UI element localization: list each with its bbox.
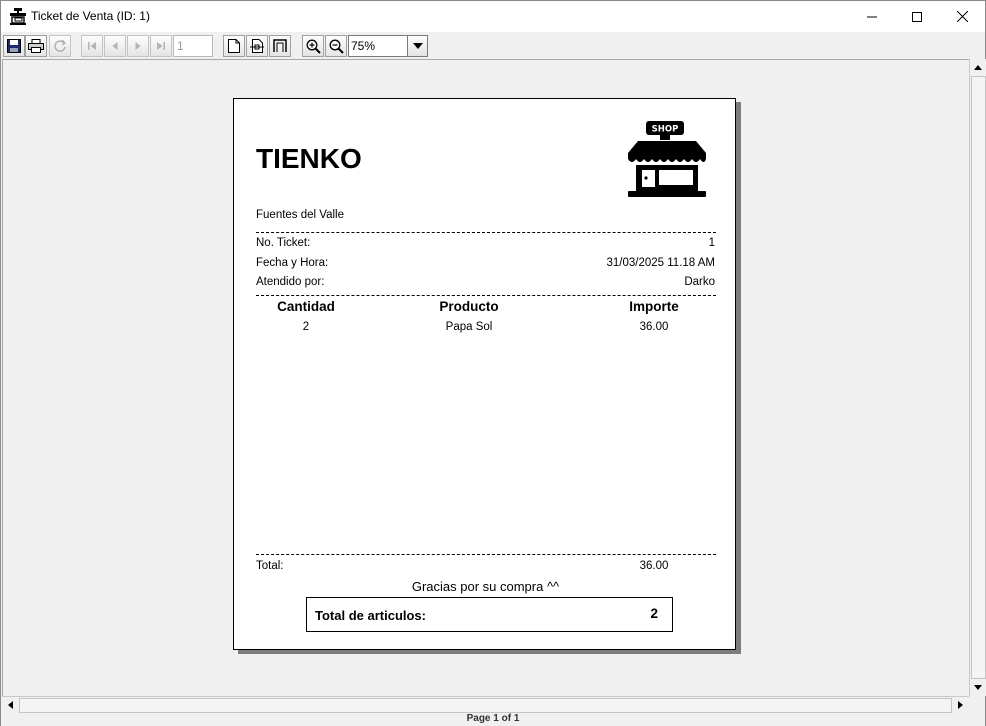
minimize-button[interactable]	[849, 1, 895, 32]
scroll-right-button[interactable]	[952, 697, 968, 713]
arrow-up-icon	[974, 64, 982, 70]
vertical-scroll-thumb[interactable]	[971, 76, 986, 679]
ticket-number-value: 1	[708, 237, 715, 249]
branch-name: Fuentes del Valle	[256, 209, 345, 221]
attended-label: Atendido por:	[256, 276, 325, 288]
column-header-quantity: Cantidad	[277, 299, 335, 314]
previous-page-icon	[112, 42, 118, 50]
articles-total-value: 2	[650, 606, 658, 621]
page-number-input[interactable]: 1	[173, 35, 213, 57]
zoom-dropdown-button[interactable]	[407, 36, 427, 56]
actual-size-icon	[228, 39, 240, 53]
first-page-button[interactable]	[81, 35, 103, 57]
horizontal-scrollbar[interactable]	[2, 696, 969, 713]
fit-width-icon	[250, 39, 264, 53]
first-page-icon	[88, 42, 96, 50]
total-value: 36.00	[639, 560, 669, 572]
save-icon	[7, 39, 21, 53]
next-page-icon	[135, 42, 141, 50]
horizontal-scroll-thumb[interactable]	[19, 698, 952, 713]
shop-icon	[10, 8, 26, 25]
print-button[interactable]	[25, 35, 47, 57]
toolbar: 1 75%	[1, 32, 985, 59]
arrow-down-icon	[974, 684, 982, 690]
maximize-button[interactable]	[894, 1, 940, 32]
store-name: TIENKO	[256, 143, 362, 174]
zoom-value: 75%	[351, 39, 376, 53]
previous-page-button[interactable]	[104, 35, 126, 57]
zoom-select[interactable]: 75%	[348, 35, 428, 57]
datetime-label: Fecha y Hora:	[256, 257, 329, 269]
next-page-button[interactable]	[127, 35, 149, 57]
title-bar: Ticket de Venta (ID: 1)	[1, 1, 985, 32]
ticket-number-label: No. Ticket:	[256, 237, 311, 249]
articles-total-box: Total de articulos: 2	[306, 597, 673, 632]
scroll-left-button[interactable]	[2, 697, 18, 713]
arrow-right-icon	[957, 701, 963, 709]
total-label: Total:	[256, 560, 284, 572]
ticket-page: TIENKO SHOP Fuentes del Valle No. Ticket…	[233, 98, 736, 650]
print-icon	[28, 39, 44, 53]
maximize-icon	[912, 11, 922, 22]
reload-icon	[54, 39, 67, 52]
reload-button[interactable]	[49, 35, 71, 57]
attended-value: Darko	[684, 276, 715, 288]
column-header-product: Producto	[439, 299, 499, 314]
page-status: Page 1 of 1	[466, 713, 520, 724]
divider	[256, 232, 716, 233]
last-page-button[interactable]	[150, 35, 172, 57]
column-header-amount: Importe	[629, 299, 679, 314]
fit-width-button[interactable]	[246, 35, 268, 57]
close-button[interactable]	[939, 1, 985, 32]
datetime-value: 31/03/2025 11.18 AM	[606, 257, 716, 269]
item-amount: 36.00	[639, 321, 669, 333]
divider	[256, 295, 716, 296]
actual-size-button[interactable]	[223, 35, 245, 57]
fit-page-button[interactable]	[269, 35, 291, 57]
zoom-out-button[interactable]	[325, 35, 347, 57]
scroll-down-button[interactable]	[970, 679, 986, 695]
fit-page-icon	[273, 39, 287, 52]
divider	[256, 554, 716, 555]
report-viewer-window: Ticket de Venta (ID: 1) 1 75% TIENKO SHO…	[0, 0, 986, 726]
save-button[interactable]	[3, 35, 25, 57]
shop-logo-text: SHOP	[652, 125, 679, 135]
zoom-out-icon	[329, 39, 344, 54]
close-icon	[956, 11, 968, 22]
item-product: Papa Sol	[445, 321, 493, 333]
arrow-left-icon	[7, 701, 13, 709]
item-quantity: 2	[302, 321, 310, 333]
minimize-icon	[867, 16, 877, 17]
zoom-in-button[interactable]	[302, 35, 324, 57]
report-viewport: TIENKO SHOP Fuentes del Valle No. Ticket…	[2, 59, 969, 696]
scroll-up-button[interactable]	[970, 59, 986, 75]
status-bar: Page 1 of 1	[1, 713, 985, 726]
articles-total-label: Total de articulos:	[315, 608, 426, 623]
chevron-down-icon	[412, 43, 423, 49]
vertical-scrollbar[interactable]	[969, 59, 986, 696]
last-page-icon	[157, 42, 165, 50]
zoom-in-icon	[306, 39, 321, 54]
thanks-message: Gracias por su compra ^^	[411, 579, 560, 594]
shop-logo-icon: SHOP	[628, 121, 706, 197]
window-title: Ticket de Venta (ID: 1)	[31, 9, 150, 23]
